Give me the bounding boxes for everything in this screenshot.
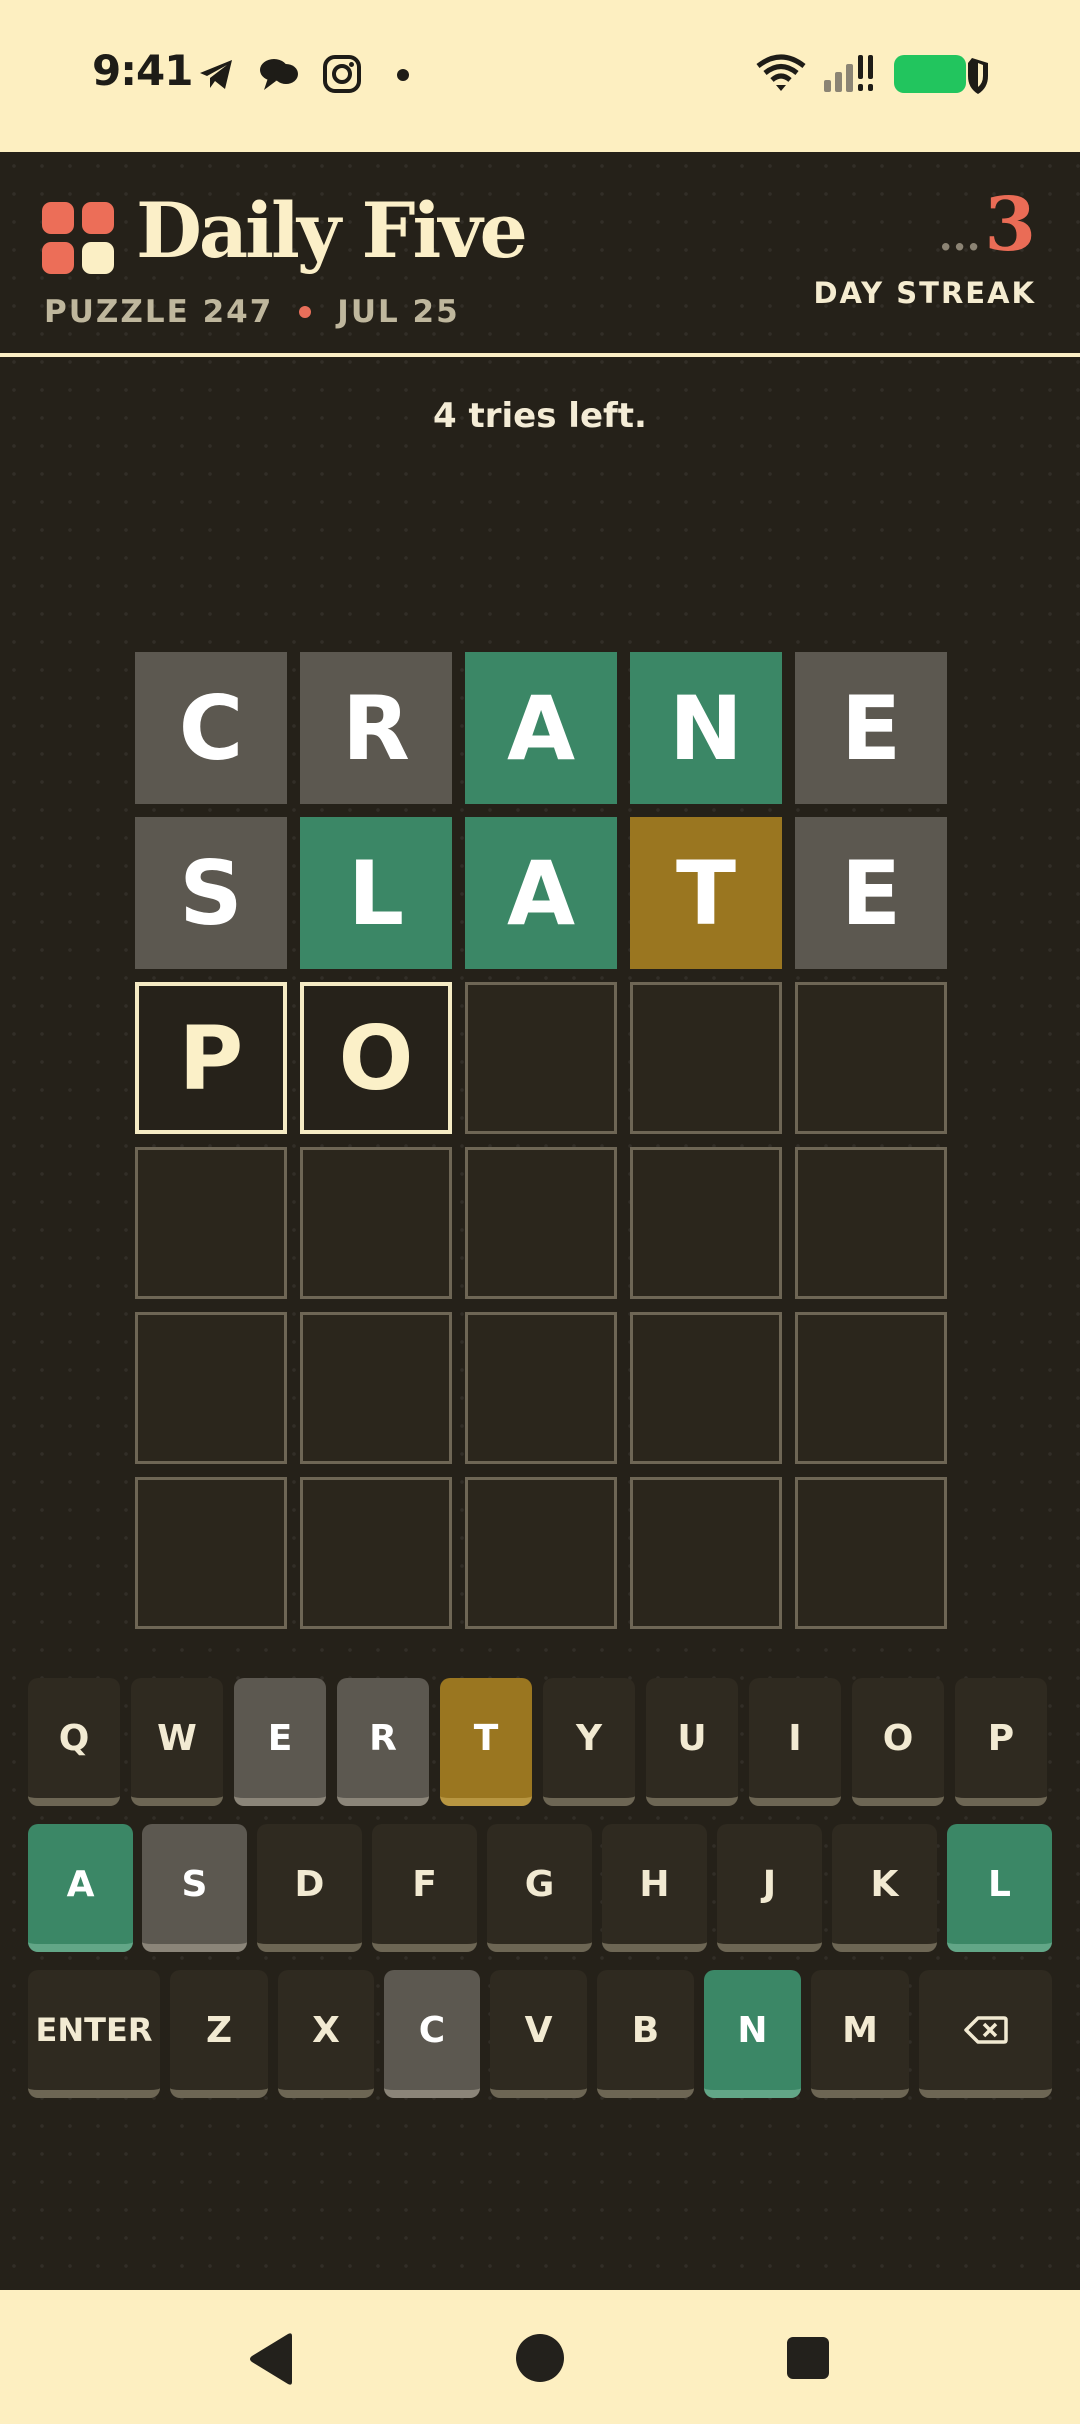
board-tile: E — [795, 817, 947, 969]
key-r[interactable]: R — [337, 1678, 429, 1806]
board-tile — [795, 1312, 947, 1464]
board-tile — [630, 1147, 782, 1299]
board-row — [135, 1477, 960, 1629]
board-tile — [135, 1477, 287, 1629]
key-c[interactable]: C — [384, 1970, 480, 2098]
board-tile — [135, 1147, 287, 1299]
key-g[interactable]: G — [487, 1824, 592, 1952]
app-title: Daily Five — [136, 186, 528, 275]
board-tile — [465, 1147, 617, 1299]
board-tile: L — [300, 817, 452, 969]
key-p[interactable]: P — [955, 1678, 1047, 1806]
key-d[interactable]: D — [257, 1824, 362, 1952]
key-z[interactable]: Z — [170, 1970, 268, 2098]
status-time: 9:41 — [92, 46, 193, 95]
streak-count: ...3 — [813, 188, 1036, 262]
keyboard-row-3: ENTER Z X C V B N M — [0, 1970, 1080, 2102]
key-y[interactable]: Y — [543, 1678, 635, 1806]
board-tile: A — [465, 652, 617, 804]
key-v[interactable]: V — [490, 1970, 587, 2098]
key-o[interactable]: O — [852, 1678, 944, 1806]
key-b[interactable]: B — [597, 1970, 694, 2098]
streak-number: 3 — [984, 182, 1037, 268]
board-row: CRANE — [135, 652, 960, 804]
board-tile — [795, 982, 947, 1134]
navigation-bar — [0, 2290, 1080, 2424]
board-tile: C — [135, 652, 287, 804]
board-tile — [630, 1477, 782, 1629]
key-q[interactable]: Q — [28, 1678, 120, 1806]
key-e[interactable]: E — [234, 1678, 326, 1806]
streak-dots: ... — [938, 213, 981, 260]
board-tile — [465, 1477, 617, 1629]
logo-icon — [42, 202, 114, 274]
board-tile — [795, 1477, 947, 1629]
backspace-icon — [963, 2016, 1008, 2044]
board-tile — [630, 1312, 782, 1464]
key-j[interactable]: J — [717, 1824, 822, 1952]
key-a[interactable]: A — [28, 1824, 133, 1952]
keyboard-row-2: ASDFGHJKL — [0, 1824, 1080, 1956]
key-w[interactable]: W — [131, 1678, 223, 1806]
board-tile: E — [795, 652, 947, 804]
puzzle-number: PUZZLE 247 — [44, 294, 274, 330]
instagram-icon — [323, 55, 361, 93]
wifi-icon — [756, 54, 806, 91]
board-tile: S — [135, 817, 287, 969]
key-s[interactable]: S — [142, 1824, 247, 1952]
keyboard-row-1: QWERTYUIOP — [0, 1678, 1080, 1810]
telegram-icon — [200, 60, 232, 89]
key-x[interactable]: X — [278, 1970, 374, 2098]
battery-icon — [894, 55, 988, 94]
board-tile — [135, 1312, 287, 1464]
puzzle-meta: PUZZLE 247 JUL 25 — [44, 294, 460, 330]
key-h[interactable]: H — [602, 1824, 707, 1952]
board-row — [135, 1147, 960, 1299]
puzzle-date: JUL 25 — [337, 294, 460, 330]
home-icon[interactable] — [514, 2332, 566, 2384]
streak-counter[interactable]: ...3 DAY STREAK — [813, 188, 1036, 310]
key-i[interactable]: I — [749, 1678, 841, 1806]
key-u[interactable]: U — [646, 1678, 738, 1806]
enter-key[interactable]: ENTER — [28, 1970, 160, 2098]
board-tile: P — [135, 982, 287, 1134]
key-l[interactable]: L — [947, 1824, 1052, 1952]
board-tile: O — [300, 982, 452, 1134]
board-tile — [465, 1312, 617, 1464]
header-divider — [0, 353, 1080, 357]
key-m[interactable]: M — [811, 1970, 909, 2098]
board-tile — [300, 1477, 452, 1629]
board-tile — [630, 982, 782, 1134]
board-tile — [300, 1147, 452, 1299]
signal-icon — [824, 55, 873, 92]
key-f[interactable]: F — [372, 1824, 477, 1952]
board-tile — [300, 1312, 452, 1464]
separator-dot-icon — [299, 306, 312, 318]
board-tile: A — [465, 817, 617, 969]
board-row: PO — [135, 982, 960, 1134]
recents-icon[interactable] — [786, 2336, 830, 2380]
board-tile: T — [630, 817, 782, 969]
streak-label: DAY STREAK — [813, 276, 1036, 310]
board-tile — [795, 1147, 947, 1299]
key-n[interactable]: N — [704, 1970, 801, 2098]
board-tile — [465, 982, 617, 1134]
tries-left-message: 4 tries left. — [433, 396, 647, 436]
board-row: SLATE — [135, 817, 960, 969]
game-board: CRANESLATEPO — [135, 652, 960, 1642]
dot-icon — [397, 69, 409, 81]
key-t[interactable]: T — [440, 1678, 532, 1806]
key-k[interactable]: K — [832, 1824, 937, 1952]
board-tile: N — [630, 652, 782, 804]
back-icon[interactable] — [246, 2332, 298, 2386]
chat-bubble-icon — [260, 59, 298, 90]
board-tile: R — [300, 652, 452, 804]
status-bar: 9:41 — [0, 0, 1080, 152]
board-row — [135, 1312, 960, 1464]
backspace-key[interactable] — [919, 1970, 1052, 2098]
